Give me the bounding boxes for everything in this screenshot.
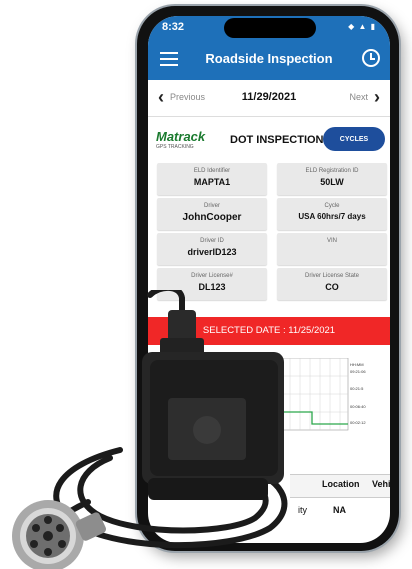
status-bar: 8:32 ◆ ▲ ▮ [148, 16, 390, 40]
card-label: Driver License# [191, 273, 233, 279]
eld-device-image [12, 290, 288, 569]
app-bar: Roadside Inspection [148, 40, 390, 80]
next-button[interactable]: Next › [349, 87, 380, 107]
card-driver-id: Driver ID driverID123 [157, 233, 267, 265]
card-label: ELD Registration ID [305, 168, 359, 174]
card-label: Driver License State [304, 273, 360, 279]
card-label: Cycle [324, 203, 340, 209]
table-header-vehicle: Vehi [372, 479, 391, 489]
logo-subtext: GPS TRACKING [156, 144, 194, 150]
card-eld-registration: ELD Registration ID 50LW [277, 163, 387, 195]
card-eld-identifier: ELD Identifier MAPTA1 [157, 163, 267, 195]
status-icons: ◆ ▲ ▮ [348, 22, 376, 31]
card-value: USA 60hrs/7 days [298, 212, 366, 221]
card-value: MAPTA1 [193, 177, 231, 187]
matrack-logo: Matrack GPS TRACKING [156, 128, 214, 150]
cycles-button[interactable]: CYCLES [323, 127, 385, 151]
app-title: Roadside Inspection [205, 51, 333, 66]
graph-label-0: HH:MM [350, 362, 364, 367]
chevron-right-icon: › [374, 87, 380, 107]
table-cell-location: NA [333, 505, 346, 515]
status-time: 8:32 [162, 21, 185, 33]
card-value: JohnCooper [182, 212, 242, 223]
card-driver: Driver JohnCooper [157, 198, 267, 230]
table-header-location: Location [322, 479, 360, 489]
card-value: driverID123 [187, 247, 237, 257]
camera-notch [224, 18, 316, 38]
card-label: Driver ID [200, 238, 224, 244]
date-navigation: ‹ Previous 11/29/2021 Next › [148, 80, 390, 117]
dot-inspection-title: DOT INSPECTION [230, 134, 324, 146]
card-label: ELD Identifier [193, 168, 231, 174]
clock-icon[interactable] [362, 49, 380, 67]
card-label: VIN [326, 238, 337, 244]
graph-label-4: 00:02:12 [350, 420, 366, 425]
card-vin: VIN [277, 233, 387, 265]
card-cycle: Cycle USA 60hrs/7 days [277, 198, 387, 230]
card-value: 50LW [320, 177, 344, 187]
graph-label-2: 00:21:5 [350, 386, 364, 391]
next-label: Next [349, 92, 368, 102]
card-label: Driver [204, 203, 220, 209]
logo-text: Matrack [156, 129, 206, 144]
graph-label-3: 00:06:40 [350, 404, 366, 409]
graph-label-1: 09:21:06 [350, 369, 366, 374]
